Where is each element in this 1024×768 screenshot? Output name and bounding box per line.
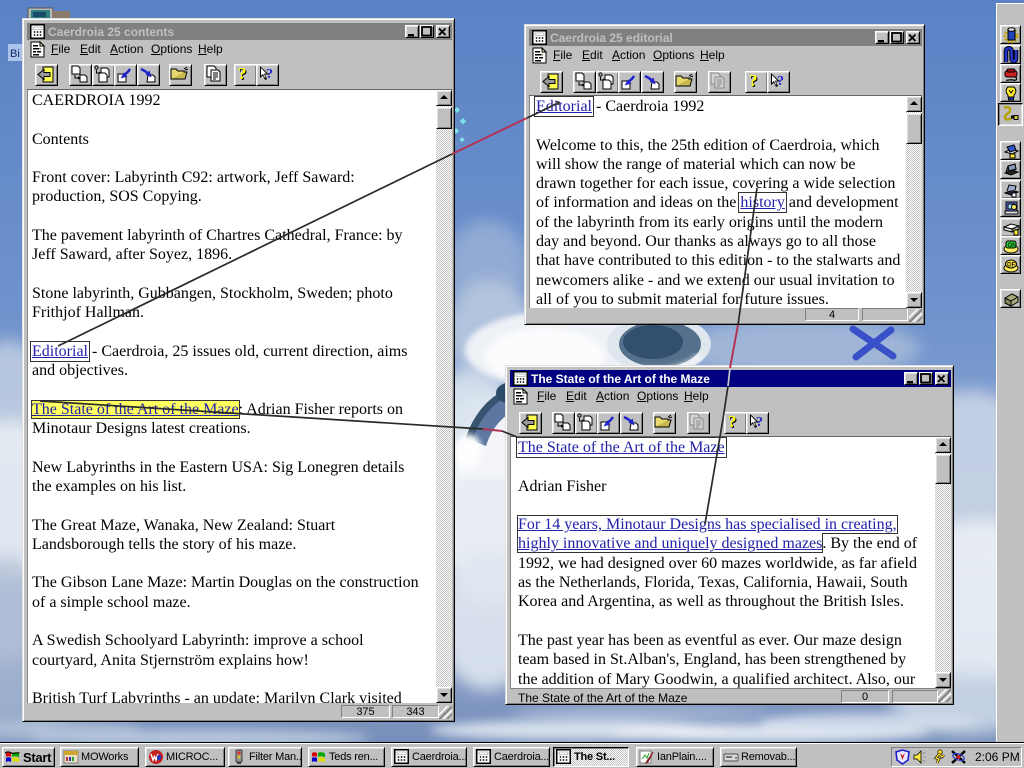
svg-text:Bi: Bi <box>10 48 20 60</box>
svg-text:ON: ON <box>1008 243 1017 249</box>
svg-text:OF: OF <box>1007 263 1016 269</box>
